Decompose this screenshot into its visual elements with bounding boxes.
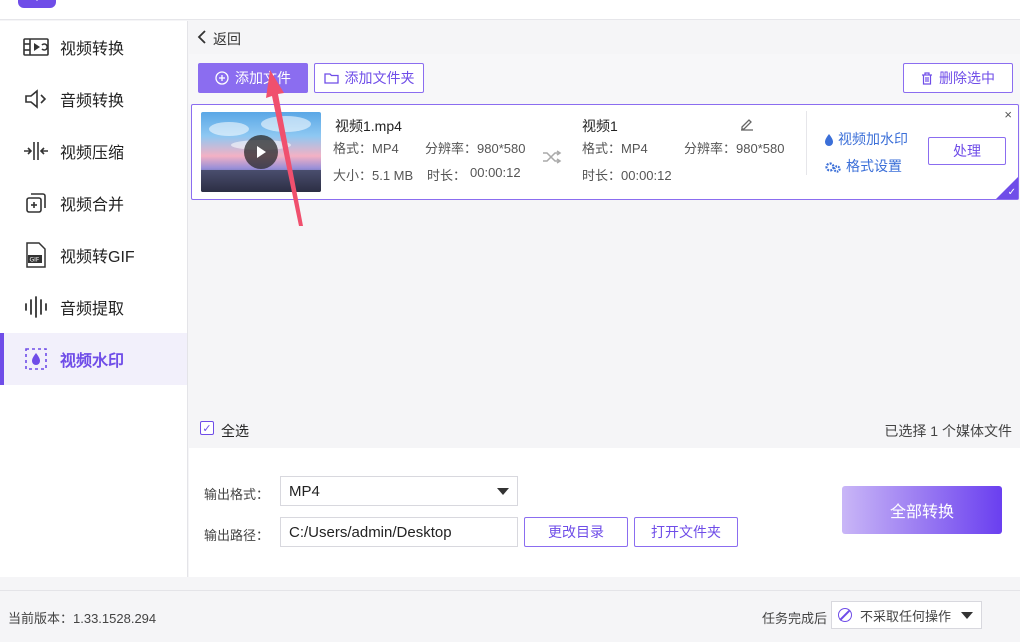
plus-circle-icon [215,71,229,85]
chevron-down-icon [497,488,509,495]
after-task-value: 不采取任何操作 [860,608,952,624]
sidebar-item-video-compress[interactable]: 视频压缩 [0,125,187,177]
source-format: 格式：MP4 [333,141,399,156]
app-logo [18,0,56,8]
water-drop-icon [824,133,834,146]
thumbnail-road [201,170,321,192]
add-watermark-label: 视频加水印 [838,131,908,147]
delete-selected-label: 删除选中 [939,70,995,86]
format-settings-link[interactable]: 格式设置 [824,156,902,176]
sidebar-item-label: 视频转GIF [60,249,135,266]
sidebar-item-label: 视频压缩 [60,145,125,162]
after-task-label: 任务完成后 [762,611,828,626]
format-settings-label: 格式设置 [846,158,902,174]
close-icon[interactable]: × [1004,107,1012,122]
sidebar-item-video-watermark[interactable]: 视频水印 [0,333,187,385]
add-watermark-link[interactable]: 视频加水印 [824,129,908,149]
sidebar-item-video-convert[interactable]: 视频转换 [0,21,187,73]
watermark-icon [22,345,50,373]
sidebar-item-audio-extract[interactable]: 音频提取 [0,281,187,333]
process-label: 处理 [953,143,981,159]
source-resolution: 分辨率：980*580 [425,141,526,156]
selected-count-text: 已选择 1 个媒体文件 [884,423,1012,439]
change-directory-label: 更改目录 [548,524,604,540]
source-duration-label: 时长： [427,168,467,183]
title-bar [0,0,1020,20]
sidebar-item-label: 音频提取 [60,301,125,318]
output-settings-panel: 输出格式： MP4 输出路径： C:/Users/admin/Desktop 更… [189,448,1020,577]
trash-icon [921,71,933,85]
output-format-value: MP4 [289,482,320,500]
chevron-down-icon [961,612,973,619]
chevron-left-icon [197,29,207,49]
add-file-button[interactable]: 添加文件 [198,63,308,93]
select-all-label[interactable]: 全选 [221,421,249,441]
version-text: 当前版本：1.33.1528.294 [8,611,157,626]
source-file-name: 视频1.mp4 [335,118,402,134]
output-path-label: 输出路径： [204,528,270,543]
thumbnail-cloud [209,122,249,136]
sidebar-item-audio-convert[interactable]: 音频转换 [0,73,187,125]
open-folder-label: 打开文件夹 [651,524,721,540]
sidebar: 视频转换 音频转换 视频压缩 视频合并 GIF 视频转GIF 音频提取 视频水印 [0,21,188,577]
check-icon: ✓ [1007,187,1016,198]
file-card[interactable]: 视频1.mp4 格式：MP4 分辨率：980*580 大小：5.1 MB 时长：… [191,104,1019,200]
output-format: 格式：MP4 [582,141,648,156]
video-convert-icon [22,33,50,61]
folder-icon [323,72,339,84]
back-button[interactable]: 返回 [197,29,241,49]
select-all-checkbox[interactable]: ✓ [200,421,214,435]
sidebar-item-label: 视频合并 [60,197,125,214]
select-row: ✓ 全选 已选择 1 个媒体文件 [189,408,1020,448]
sidebar-item-video-to-gif[interactable]: GIF 视频转GIF [0,229,187,281]
output-duration: 时长：00:00:12 [582,168,672,183]
add-file-label: 添加文件 [235,70,291,86]
sidebar-item-label: 视频转换 [60,41,125,58]
output-format-select[interactable]: MP4 [280,476,518,506]
delete-selected-button[interactable]: 删除选中 [903,63,1013,93]
output-resolution: 分辨率：980*580 [684,141,785,156]
main-panel: 返回 添加文件 添加文件夹 删除选中 视频1.mp4 格式：MP4 分辨率：98… [189,21,1020,577]
status-bar: 当前版本：1.33.1528.294 任务完成后 不采取任何操作 [0,590,1020,642]
prohibited-icon [838,608,852,622]
back-label: 返回 [213,31,241,47]
thumbnail-cloud [261,116,311,132]
video-compress-icon [22,137,50,165]
open-folder-button[interactable]: 打开文件夹 [634,517,738,547]
svg-text:GIF: GIF [30,257,40,264]
change-directory-button[interactable]: 更改目录 [524,517,628,547]
video-thumbnail[interactable] [201,112,321,192]
output-path-value: C:/Users/admin/Desktop [289,523,452,541]
output-file-name: 视频1 [582,118,618,134]
source-size: 大小：5.1 MB [333,168,414,183]
add-folder-button[interactable]: 添加文件夹 [314,63,424,93]
after-task-select[interactable]: 不采取任何操作 [831,601,982,629]
edit-name-icon[interactable] [740,117,754,134]
shuffle-icon [542,150,562,167]
sidebar-item-label: 视频水印 [60,353,125,370]
convert-all-label: 全部转换 [889,504,954,521]
audio-extract-icon [22,293,50,321]
audio-convert-icon [22,85,50,113]
toolbar: 添加文件 添加文件夹 删除选中 [189,54,1020,104]
sidebar-item-video-merge[interactable]: 视频合并 [0,177,187,229]
play-icon [257,146,266,158]
play-button[interactable] [244,135,278,169]
gif-icon: GIF [22,241,50,269]
convert-all-button[interactable]: 全部转换 [842,486,1002,534]
gear-icon [824,159,842,174]
video-merge-icon [22,189,50,217]
divider [806,111,807,175]
process-button[interactable]: 处理 [928,137,1006,165]
add-folder-label: 添加文件夹 [344,70,415,86]
output-format-label: 输出格式： [204,487,270,502]
sidebar-item-label: 音频转换 [60,93,125,110]
source-duration: 00:00:12 [470,165,521,180]
output-path-input[interactable]: C:/Users/admin/Desktop [280,517,518,547]
